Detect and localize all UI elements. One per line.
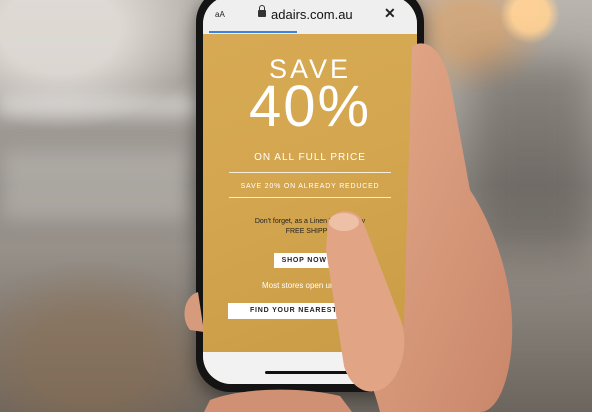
fingernail: [329, 213, 359, 231]
index-finger: [326, 210, 405, 392]
lower-hand: [204, 389, 352, 412]
left-fingertip: [184, 292, 204, 332]
hand-holding-phone: [184, 43, 513, 412]
